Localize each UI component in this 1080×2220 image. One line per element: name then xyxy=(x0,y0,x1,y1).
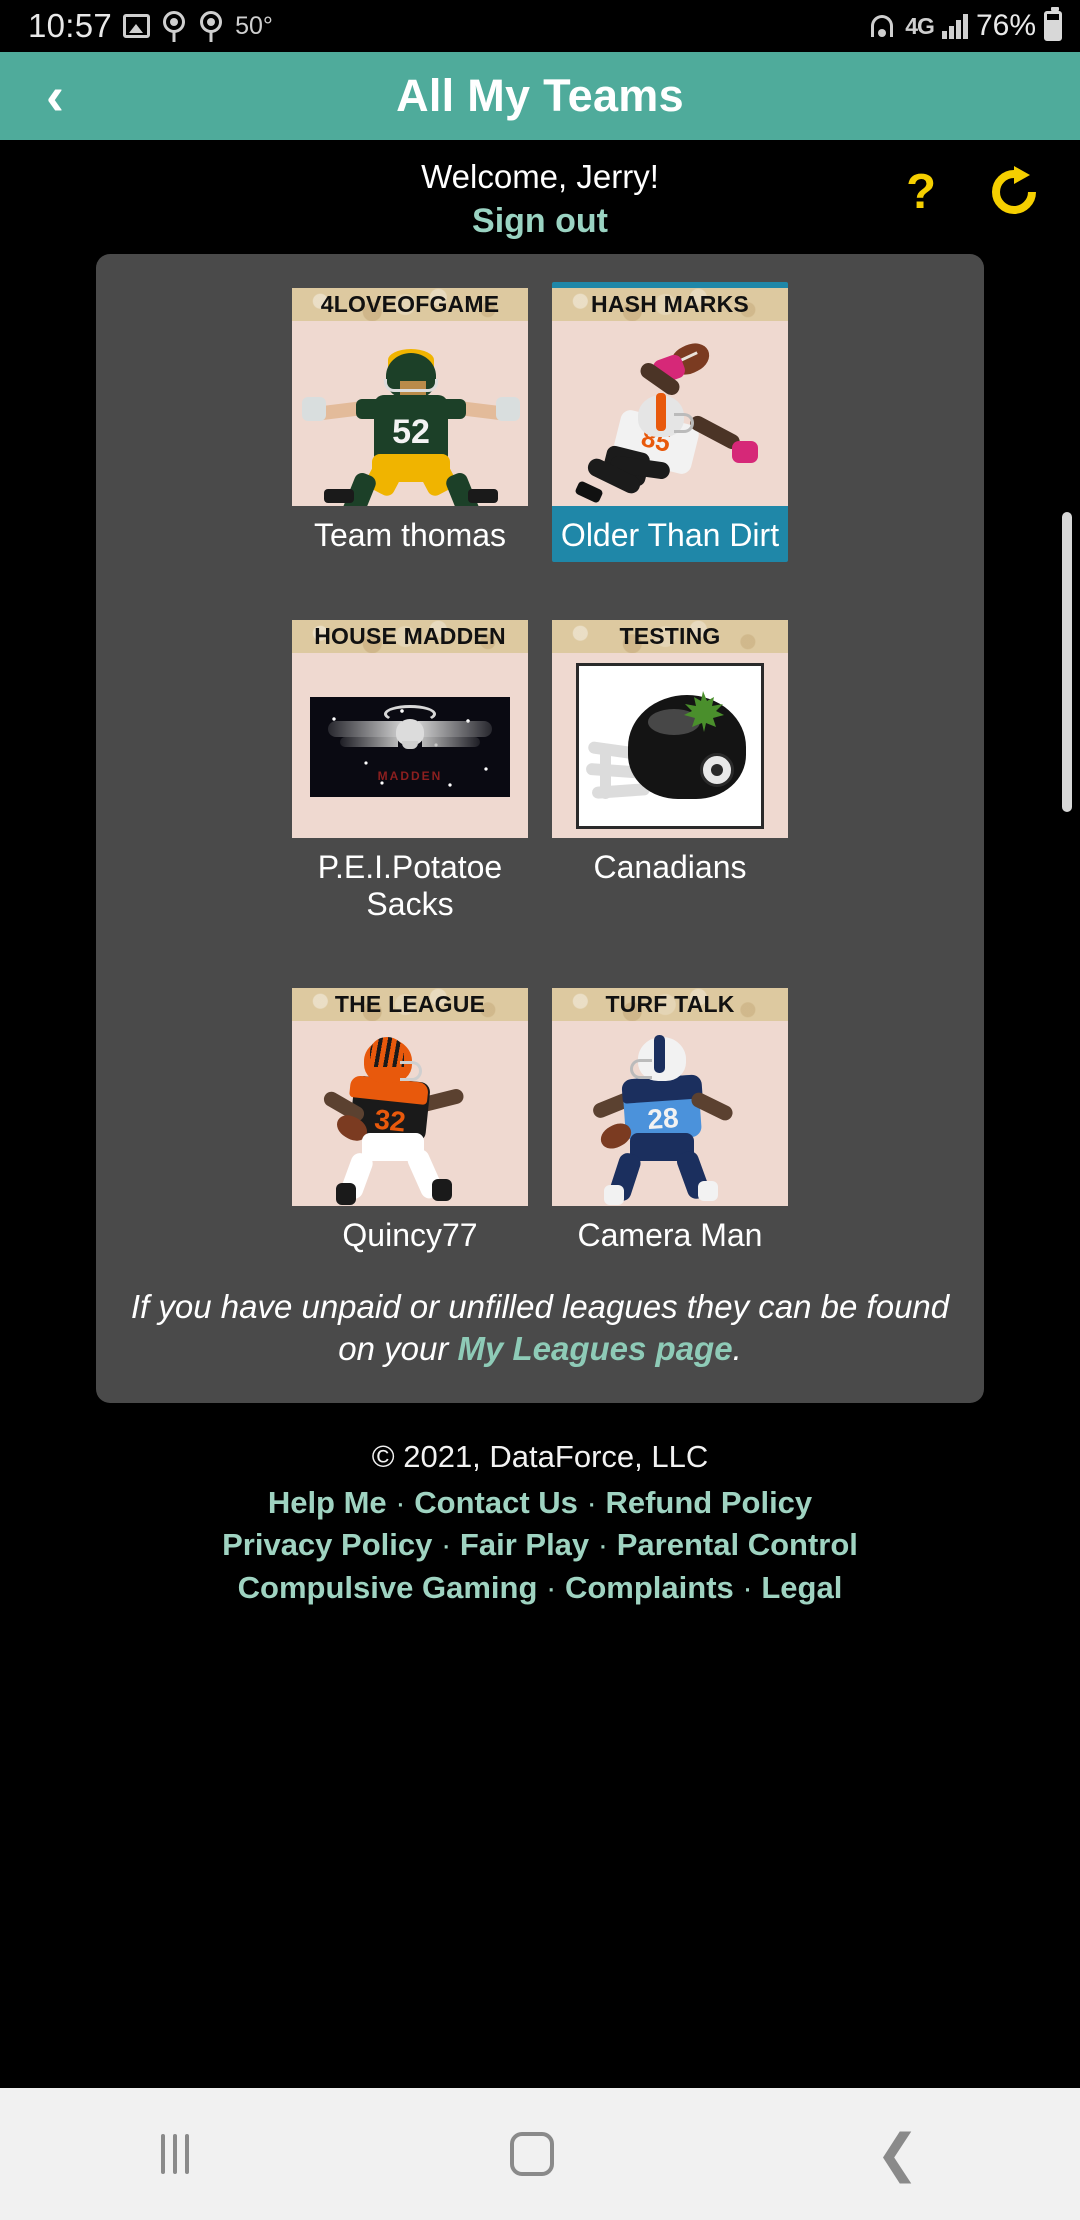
footer-separator: · xyxy=(742,1569,753,1605)
image-icon xyxy=(123,14,151,38)
footer-link-fair-play[interactable]: Fair Play xyxy=(460,1527,589,1562)
team-name: Canadians xyxy=(593,848,747,885)
wifi-icon xyxy=(867,11,897,41)
app-bar: ‹ All My Teams xyxy=(0,52,1080,140)
team-league-name: 4LOVEOFGAME xyxy=(292,288,528,321)
player-illustration: 85 xyxy=(552,321,788,506)
team-logo: 85 xyxy=(552,321,788,506)
team-logo: 32 xyxy=(292,1021,528,1207)
teams-panel: 4LOVEOFGAME 52 Team thomas HASH MARKS 85… xyxy=(96,254,984,1403)
home-icon[interactable] xyxy=(510,2132,555,2176)
team-league-name: TESTING xyxy=(552,619,788,653)
team-name: Older Than Dirt xyxy=(560,517,780,553)
status-bar: 10:57 50° 4G 76% xyxy=(0,0,1080,52)
team-card-camera-man[interactable]: TURF TALK 28 Camera Man xyxy=(552,982,788,1262)
footer-link-refund-policy[interactable]: Refund Policy xyxy=(605,1485,812,1520)
footer-separator: · xyxy=(546,1569,557,1605)
team-league-name: HASH MARKS xyxy=(552,288,788,321)
footer-link-complaints[interactable]: Complaints xyxy=(565,1570,734,1605)
team-card-older-than-dirt[interactable]: HASH MARKS 85 Older Than Dirt xyxy=(552,282,788,562)
footer-link-legal[interactable]: Legal xyxy=(761,1570,842,1605)
battery-icon xyxy=(1044,7,1062,41)
note-text-after: . xyxy=(732,1330,742,1368)
status-time: 10:57 xyxy=(28,7,113,44)
footer-separator: · xyxy=(440,1527,452,1563)
team-league-name: HOUSE MADDEN xyxy=(292,619,528,653)
footer-link-contact-us[interactable]: Contact Us xyxy=(414,1485,578,1520)
app-screen: 10:57 50° 4G 76% ‹ All My Teams Welcome,… xyxy=(0,0,1080,2220)
player-illustration: 32 xyxy=(292,1021,528,1206)
header-actions: ? xyxy=(906,166,1040,218)
team-name: P.E.I.Potatoe Sacks xyxy=(317,848,503,922)
android-nav-bar: ❮ xyxy=(0,2088,1080,2220)
copyright-text: © 2021, DataForce, LLC xyxy=(371,1438,709,1474)
footer-link-help-me[interactable]: Help Me xyxy=(268,1485,387,1520)
team-card-pei-potatoe-sacks[interactable]: HOUSE MADDEN MADDEN P.E.I.Potatoe Sacks xyxy=(292,614,528,931)
team-league-name: TURF TALK xyxy=(552,988,788,1022)
team-league-name: THE LEAGUE xyxy=(292,988,528,1022)
team-card-team-thomas[interactable]: 4LOVEOFGAME 52 Team thomas xyxy=(292,282,528,562)
footer-link-parental-control[interactable]: Parental Control xyxy=(617,1527,858,1562)
player-illustration: 52 xyxy=(292,321,528,506)
status-bar-right: 4G 76% xyxy=(867,7,1062,43)
footer-links: Help Me · Contact Us · Refund Policy Pri… xyxy=(0,1482,1080,1609)
team-logo: 28 xyxy=(552,1021,788,1207)
footer-links-row-1: Help Me · Contact Us · Refund Policy xyxy=(0,1482,1080,1524)
network-type-label: 4G xyxy=(905,12,935,39)
status-temperature: 50° xyxy=(235,11,273,40)
footer: © 2021, DataForce, LLC Help Me · Contact… xyxy=(0,1439,1080,1609)
team-name: Quincy77 xyxy=(342,1217,478,1254)
cast-icon xyxy=(161,10,187,42)
back-button[interactable]: ‹ xyxy=(10,69,100,123)
welcome-section: Welcome, Jerry! Sign out ? xyxy=(0,140,1080,248)
maple-leaf-icon xyxy=(684,690,724,732)
footer-links-row-2: Privacy Policy · Fair Play · Parental Co… xyxy=(0,1524,1080,1566)
team-name: Camera Man xyxy=(577,1217,763,1254)
back-icon[interactable]: ❮ xyxy=(876,2128,920,2180)
status-bar-left: 10:57 50° xyxy=(28,7,273,45)
team-logo: MADDEN xyxy=(292,652,528,838)
footer-link-privacy-policy[interactable]: Privacy Policy xyxy=(222,1527,432,1562)
team-logo xyxy=(552,652,788,838)
footer-separator: · xyxy=(395,1484,406,1520)
teams-row-1: 4LOVEOFGAME 52 Team thomas HASH MARKS 85… xyxy=(96,282,984,562)
footer-link-compulsive-gaming[interactable]: Compulsive Gaming xyxy=(238,1570,538,1605)
player-illustration: 28 xyxy=(552,1021,788,1206)
page-scrollbar[interactable] xyxy=(1062,512,1072,812)
unpaid-leagues-note: If you have unpaid or unfilled leagues t… xyxy=(130,1286,950,1370)
team-banner-illustration: MADDEN xyxy=(292,653,528,838)
page-title: All My Teams xyxy=(396,70,684,121)
team-logo: 52 xyxy=(292,321,528,506)
team-name: Team thomas xyxy=(313,517,507,553)
team-card-quincy77[interactable]: THE LEAGUE 32 Quincy77 xyxy=(292,982,528,1262)
teams-row-2: HOUSE MADDEN MADDEN P.E.I.Potatoe Sacks … xyxy=(96,614,984,931)
my-leagues-page-link[interactable]: My Leagues page xyxy=(457,1330,732,1367)
recents-icon[interactable] xyxy=(160,2134,189,2174)
footer-links-row-3: Compulsive Gaming · Complaints · Legal xyxy=(0,1567,1080,1609)
footer-separator: · xyxy=(597,1527,609,1563)
help-icon[interactable]: ? xyxy=(906,167,936,217)
footer-separator: · xyxy=(586,1484,597,1520)
helmet-illustration xyxy=(552,653,788,838)
signal-bars-icon xyxy=(941,13,968,39)
battery-percent: 76% xyxy=(975,9,1036,42)
team-card-canadians[interactable]: TESTING Canadians xyxy=(552,614,788,931)
refresh-icon[interactable] xyxy=(988,166,1040,218)
cast-icon-2 xyxy=(198,10,224,42)
teams-row-3: THE LEAGUE 32 Quincy77 TURF TALK 28 Came… xyxy=(96,982,984,1262)
